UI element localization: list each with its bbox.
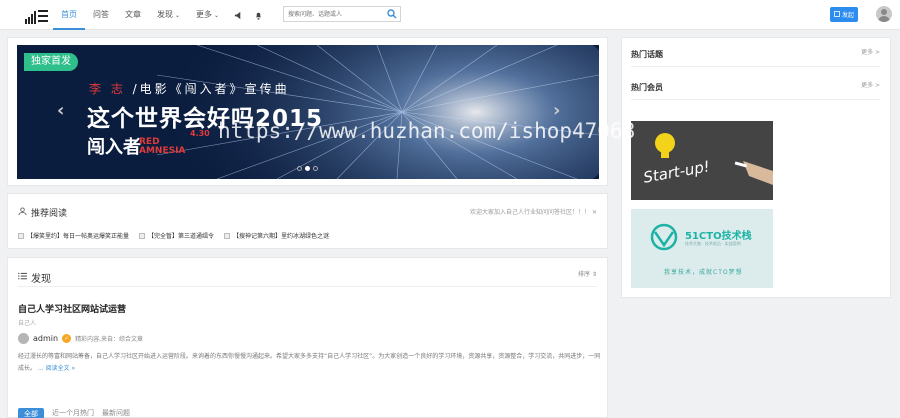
user-avatar[interactable] <box>876 6 892 22</box>
bell-icon[interactable] <box>249 0 267 30</box>
banner-logo-en: RED AMNESIA <box>139 137 186 156</box>
list-item[interactable]: 【搜神记第六期】里约冰湖绿色之谜 <box>224 231 329 240</box>
nav-discover-label: 发现 <box>157 10 173 19</box>
discover-heading: 发现 <box>18 270 51 285</box>
recommended-note: 欢迎大家加入自己人行业知问问答社区！！！ ✕ <box>470 207 597 216</box>
launch-button[interactable]: 发起 <box>830 7 858 22</box>
verified-icon: ✓ <box>62 334 72 343</box>
nav-articles-label: 文章 <box>125 10 141 19</box>
carousel-dot[interactable] <box>313 166 318 171</box>
sort-icon: ⇕ <box>591 271 597 278</box>
read-more-link[interactable]: ... 阅读全文 » <box>38 365 75 372</box>
nav-home-label: 首页 <box>61 10 77 19</box>
post-excerpt: 经过漫长的等富和网站筹备，自己人学习社区开始进入运营阶段。来询着的东西你慢慢沟通… <box>18 351 604 375</box>
post-source: 精彩内容,来自：综合文章 <box>75 336 143 343</box>
nav-home[interactable]: 首页 <box>53 0 85 30</box>
next-arrow-icon[interactable]: › <box>553 100 560 121</box>
list-icon <box>18 272 27 283</box>
divider <box>18 286 597 287</box>
recommended-item-label: 【爆笑里约】每日一帖奥运爆笑正能量 <box>27 233 130 240</box>
post-body-text: 经过漫长的等富和网站筹备，自己人学习社区开始进入运营阶段。来询着的东西你慢慢沟通… <box>18 353 601 372</box>
feed-tabs: 全部 近一个月热门 最新问题 <box>18 408 130 418</box>
list-item[interactable]: 【爆笑里约】每日一帖奥运爆笑正能量 <box>18 231 129 240</box>
startup-ad-banner[interactable]: Start-up! <box>631 121 773 200</box>
carousel-dot[interactable] <box>297 166 302 171</box>
user-icon <box>18 206 27 219</box>
recommended-card: 推荐阅读 欢迎大家加入自己人行业知问问答社区！！！ ✕ 【爆笑里约】每日一帖奥运… <box>7 193 608 249</box>
51cto-logo-icon <box>650 223 678 251</box>
hot-topics-more-link[interactable]: 更多 > <box>861 47 880 56</box>
ad-51cto-title: 51CTO技术栈 <box>685 231 752 242</box>
exclusive-badge: 独家首发 <box>24 53 78 71</box>
search-box <box>283 6 401 22</box>
edit-icon <box>834 10 840 19</box>
thumbnail-icon <box>139 232 146 239</box>
megaphone-icon[interactable] <box>229 0 247 30</box>
nav-questions[interactable]: 问答 <box>85 0 117 30</box>
banner-carousel[interactable]: 独家首发 李 志 /电影《闯入者》宣传曲 这个世界会好吗2015 闯入者 RED… <box>17 45 599 179</box>
banner-subtitle-text: /电影《闯入者》宣传曲 <box>125 82 290 96</box>
launch-label: 发起 <box>841 12 854 19</box>
top-navbar: 首页 问答 文章 发现⌄ 更多⌄ 发起 <box>0 0 900 30</box>
tab-all[interactable]: 全部 <box>18 408 44 418</box>
banner-artist: 李 志 <box>89 82 126 96</box>
post-meta: admin ✓ 精彩内容,来自：综合文章 <box>18 333 143 344</box>
sort-dropdown[interactable]: 排序 ⇕ <box>578 269 597 278</box>
prev-arrow-icon[interactable]: ‹ <box>57 100 64 121</box>
ad-51cto-subtitle: 技术大咖 · 技术前沿 · 实战案例 <box>685 241 741 246</box>
post-title[interactable]: 自己人学习社区网站试运营 <box>18 302 126 315</box>
hot-members-more-link[interactable]: 更多 > <box>861 80 880 89</box>
chevron-down-icon: ⌄ <box>175 12 181 19</box>
51cto-ad-banner[interactable]: 51CTO技术栈 技术大咖 · 技术前沿 · 实战案例 我享技术，成就CTO梦想 <box>631 209 773 288</box>
tab-latest[interactable]: 最新问题 <box>102 408 130 418</box>
recommended-item-label: 【搜神记第六期】里约冰湖绿色之谜 <box>233 233 330 240</box>
watermark: https://www.huzhan.com/ishop47068 <box>218 119 636 143</box>
search-input[interactable] <box>284 7 382 21</box>
sort-label: 排序 <box>578 271 591 278</box>
search-icon[interactable] <box>387 9 397 21</box>
recommended-title: 推荐阅读 <box>31 209 68 219</box>
nav-articles[interactable]: 文章 <box>117 0 149 30</box>
divider <box>631 66 880 67</box>
post-topic-tag[interactable]: 自己人 <box>18 318 36 327</box>
avatar[interactable] <box>18 333 29 344</box>
nav-more-label: 更多 <box>196 10 213 19</box>
hot-members-heading: 热门会员 <box>631 83 663 92</box>
nav-questions-label: 问答 <box>93 10 109 19</box>
tab-hot-month[interactable]: 近一个月热门 <box>52 408 94 418</box>
sidebar-card: 热门话题 更多 > 热门会员 更多 > Start-up! 51CTO技术栈 技… <box>621 37 891 298</box>
chevron-down-icon: ⌄ <box>214 12 220 19</box>
close-icon[interactable]: ✕ <box>592 209 597 216</box>
recommended-note-text: 欢迎大家加入自己人行业知问问答社区！！！ <box>470 209 591 216</box>
recommended-heading: 推荐阅读 <box>18 206 67 219</box>
carousel-dots <box>297 166 318 171</box>
post-author[interactable]: admin <box>33 334 58 343</box>
divider <box>631 99 880 100</box>
hot-topics-heading: 热门话题 <box>631 50 663 59</box>
recommended-item-label: 【完全暂】第三道通缉令 <box>148 233 215 240</box>
thumbnail-icon <box>18 232 24 239</box>
banner-subtitle: 李 志 /电影《闯入者》宣传曲 <box>89 80 290 97</box>
site-logo[interactable] <box>25 8 49 24</box>
thumbnail-icon <box>224 232 231 239</box>
ad-51cto-slogan: 我享技术，成就CTO梦想 <box>664 269 743 276</box>
nav-more[interactable]: 更多 ⌄ <box>188 0 227 30</box>
nav-discover[interactable]: 发现 ⌄ <box>149 0 188 30</box>
recommended-list: 【爆笑里约】每日一帖奥运爆笑正能量 【完全暂】第三道通缉令 【搜神记第六期】里约… <box>18 231 329 240</box>
banner-card: 独家首发 李 志 /电影《闯入者》宣传曲 这个世界会好吗2015 闯入者 RED… <box>7 37 608 186</box>
discover-title: 发现 <box>31 274 51 285</box>
banner-movie-logo: 闯入者 RED AMNESIA 4.30 <box>87 129 210 159</box>
discover-card: 发现 排序 ⇕ 自己人学习社区网站试运营 自己人 admin ✓ 精彩内容,来自… <box>7 257 608 418</box>
banner-logo-cn: 闯入者 <box>87 137 141 158</box>
carousel-dot[interactable] <box>305 166 310 171</box>
list-item[interactable]: 【完全暂】第三道通缉令 <box>139 231 214 240</box>
main-nav: 首页 问答 文章 发现 ⌄ 更多 ⌄ <box>53 0 267 30</box>
banner-release: 4.30 <box>190 129 210 138</box>
